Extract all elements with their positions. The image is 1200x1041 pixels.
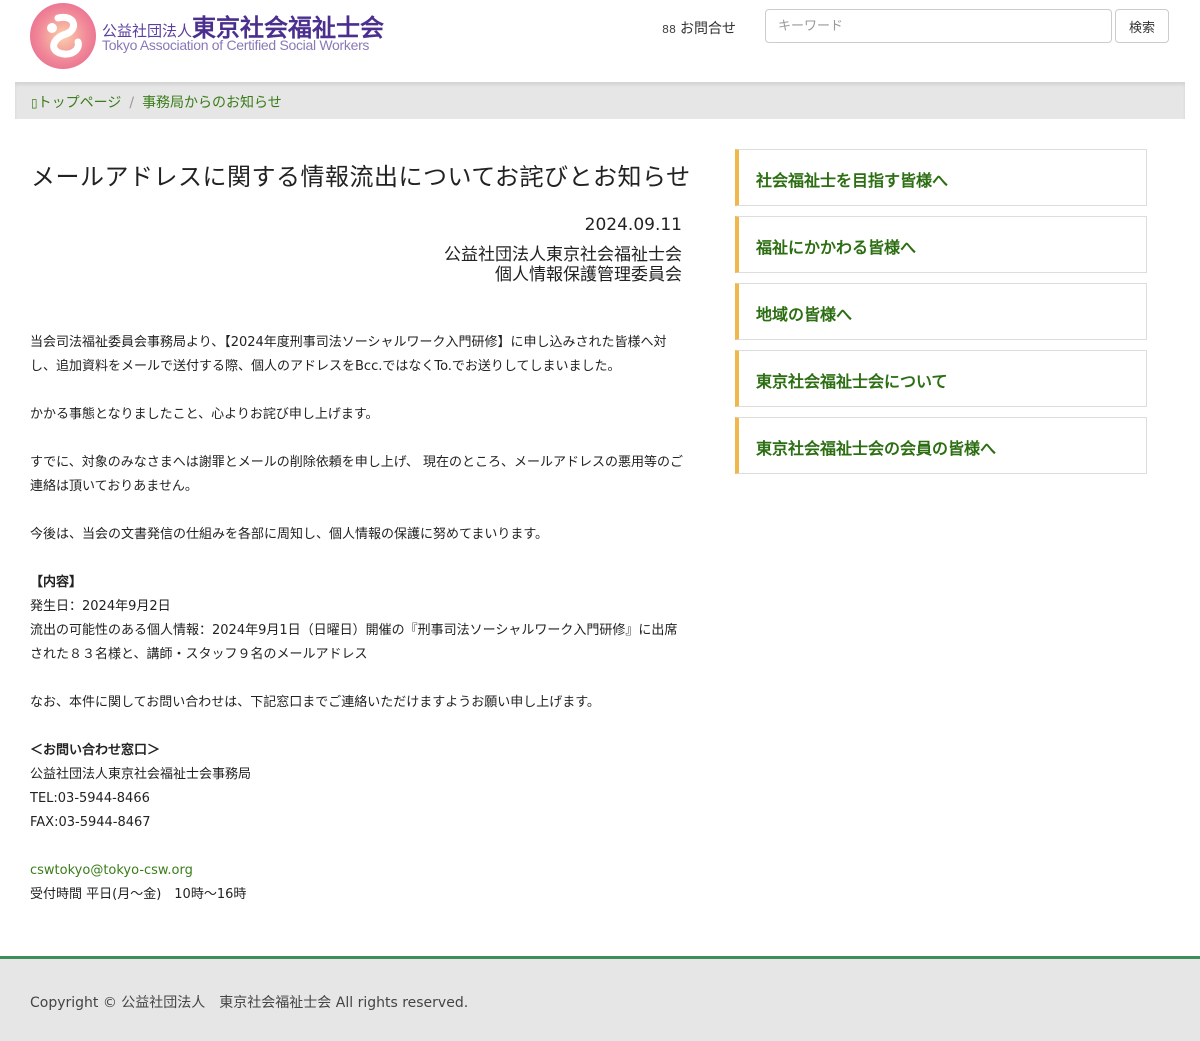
contact-organization: 公益社団法人東京社会福祉士会事務局 [30,767,252,782]
org-line-2: 個人情報保護管理委員会 [495,265,682,285]
logo-mark-icon [30,3,96,69]
article-organization: 公益社団法人東京社会福祉士会 個人情報保護管理委員会 [444,245,682,285]
home-icon: ▯ [31,96,38,110]
logo-english-text: Tokyo Association of Certified Social Wo… [102,37,370,53]
paragraph-1: 当会司法福祉委員会事務局より、【2024年度刑事司法ソーシャルワーク入門研修】に… [30,335,667,374]
main-content: メールアドレスに関する情報流出についてお詫びとお知らせ 2024.09.11 公… [15,119,1185,955]
sidebar-item-members[interactable]: 東京社会福祉士会の会員の皆様へ [735,417,1147,474]
paragraph-5: なお、本件に関してお問い合わせは、下記窓口までご連絡いただけますようお願い申し上… [30,695,600,710]
contact-fax: FAX:03-5944-8467 [30,815,151,830]
copyright-text: Copyright © 公益社団法人 東京社会福祉士会 All rights r… [30,995,469,1011]
sidebar-item-community[interactable]: 地域の皆様へ [735,283,1147,340]
content-date: 発生日：2024年9月2日 [30,599,171,614]
content-info: 流出の可能性のある個人情報：2024年9月1日（日曜日）開催の『刑事司法ソーシャ… [30,623,678,662]
breadcrumb-separator: / [129,95,135,111]
contact-hours: 受付時間 平日(月～金) 10時～16時 [30,887,247,902]
search-input[interactable] [765,9,1112,43]
paragraph-4: 今後は、当会の文書発信の仕組みを各部に周知し、個人情報の保護に努めてまいります。 [30,527,549,542]
sidebar-item-about[interactable]: 東京社会福祉士会について [735,350,1147,407]
sidebar-item-welfare-professionals[interactable]: 福祉にかかわる皆様へ [735,216,1147,273]
site-header: 公益社団法人東京社会福祉士会 Tokyo Association of Cert… [0,0,1200,82]
breadcrumb-home-link[interactable]: ▯トップページ [31,95,121,111]
site-footer: Copyright © 公益社団法人 東京社会福祉士会 All rights r… [0,956,1200,1041]
sidebar-nav: 社会福祉士を目指す皆様へ 福祉にかかわる皆様へ 地域の皆様へ 東京社会福祉士会に… [735,149,1147,484]
search-button[interactable]: 検索 [1115,9,1169,43]
site-logo[interactable]: 公益社団法人東京社会福祉士会 Tokyo Association of Cert… [28,0,388,72]
org-line-1: 公益社団法人東京社会福祉士会 [444,245,682,265]
contact-label: お問合せ [680,21,736,37]
breadcrumb-current-link[interactable]: 事務局からのお知らせ [142,95,282,111]
article-body: 当会司法福祉委員会事務局より、【2024年度刑事司法ソーシャルワーク入門研修】に… [30,331,690,907]
content-heading: 【内容】 [30,575,83,590]
breadcrumb: ▯トップページ / 事務局からのお知らせ [31,92,282,112]
grid-icon: 88 [662,23,676,36]
sidebar-item-aspiring-social-workers[interactable]: 社会福祉士を目指す皆様へ [735,149,1147,206]
breadcrumb-bar: ▯トップページ / 事務局からのお知らせ [15,82,1185,119]
contact-tel: TEL:03-5944-8466 [30,791,150,806]
contact-heading: ＜お問い合わせ窓口＞ [30,743,161,758]
contact-email-link[interactable]: cswtokyo@tokyo-csw.org [30,863,193,878]
paragraph-2: かかる事態となりましたこと、心よりお詫び申し上げます。 [30,407,379,422]
article-date: 2024.09.11 [584,215,682,235]
contact-link[interactable]: 88 お問合せ [662,18,736,38]
paragraph-3: すでに、対象のみなさまへは謝罪とメールの削除依頼を申し上げ、 現在のところ、メー… [30,455,683,494]
page-title: メールアドレスに関する情報流出についてお詫びとお知らせ [31,163,691,191]
